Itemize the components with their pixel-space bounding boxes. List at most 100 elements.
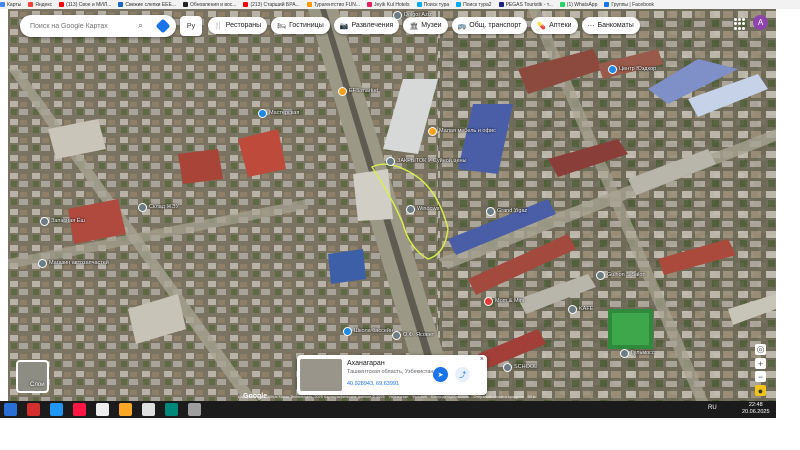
opera-icon[interactable]: [73, 403, 86, 416]
bed-icon: 🛏: [277, 22, 287, 30]
place-thumbnail[interactable]: [300, 359, 342, 391]
place-label[interactable]: Школа бассейн: [354, 328, 393, 334]
place-label[interactable]: EFS market: [349, 88, 378, 94]
place-pin-icon[interactable]: [392, 331, 401, 340]
satellite-map[interactable]: ⌕ Ру 🍴Рестораны🛏Гостиницы📷Развлечения🏛Му…: [8, 9, 776, 401]
place-label[interactable]: Mom & Mini: [495, 298, 524, 304]
place-pin-icon[interactable]: [138, 203, 147, 212]
bookmark-item[interactable]: (113) Свое и МИЛ...: [59, 2, 111, 8]
directions-icon[interactable]: [155, 18, 171, 34]
place-pin-icon[interactable]: [568, 305, 577, 314]
bookmark-item[interactable]: PEGAS Touristik - т...: [498, 2, 553, 8]
place-label[interactable]: Grand Yigaz: [497, 208, 527, 214]
bookmark-item[interactable]: (213) Старший БРА...: [243, 2, 300, 8]
zoom-in-button[interactable]: +: [755, 358, 766, 369]
category-chip[interactable]: 🛏 Гостиницы: [271, 17, 330, 34]
media-player-icon[interactable]: [96, 403, 109, 416]
place-pin-icon[interactable]: [620, 349, 629, 358]
category-chip[interactable]: 🍴 Рестораны: [208, 17, 268, 34]
satellite-imagery[interactable]: [8, 9, 776, 401]
pegman-icon[interactable]: ●: [755, 385, 766, 396]
place-pin-icon[interactable]: [608, 65, 617, 74]
place-pin-icon[interactable]: [258, 109, 267, 118]
place-info-card[interactable]: Аханагаран Ташкентская область, Узбекист…: [297, 355, 487, 395]
place-pin-icon[interactable]: [484, 297, 493, 306]
bookmark-item[interactable]: Свежие слепки ЕЕЕ...: [118, 2, 176, 8]
place-label[interactable]: Мастерская: [269, 110, 299, 116]
bookmark-label: Яндекс: [35, 1, 53, 8]
category-chip-label: Аптеки: [549, 22, 572, 29]
footer-link[interactable]: Узбекистан: [389, 395, 409, 399]
place-title[interactable]: Аханагаран: [347, 360, 385, 367]
category-chip[interactable]: 🚌 Общ. транспорт: [451, 17, 528, 34]
place-label[interactable]: Малая мебель и офис: [439, 128, 496, 134]
place-label[interactable]: Магазин автозапчастей: [49, 260, 109, 266]
place-label[interactable]: Windows: [417, 206, 439, 212]
footer-link[interactable]: 50 м: [528, 395, 536, 399]
place-coordinates[interactable]: 40.928943, 69.63991: [347, 381, 399, 387]
place-pin-icon[interactable]: [38, 259, 47, 268]
place-pin-icon[interactable]: [503, 363, 512, 372]
footer-link[interactable]: Конфиденциальность: [431, 395, 470, 399]
place-label[interactable]: KAFE: [579, 306, 593, 312]
start-icon[interactable]: [4, 403, 17, 416]
footer-link[interactable]: Отправить отзыв о продукте: [473, 395, 523, 399]
acrobat-icon[interactable]: [27, 403, 40, 416]
category-chip[interactable]: 📷 Развлечения: [333, 17, 400, 34]
zoom-out-button[interactable]: −: [755, 371, 766, 382]
bookmark-item[interactable]: Группы | Facebook: [604, 2, 654, 8]
category-chip[interactable]: 🏛 Музеи: [403, 17, 448, 34]
clock-time: 22:48: [748, 402, 763, 408]
category-chip[interactable]: 💊 Аптеки: [531, 17, 578, 34]
footer-link[interactable]: Условия: [412, 395, 427, 399]
place-label[interactable]: Склад ЖЭУ: [149, 204, 179, 210]
place-label[interactable]: О.Ф. Ясовет: [403, 332, 434, 338]
place-label[interactable]: Центр Юздхор: [619, 66, 656, 72]
category-chip[interactable]: ⋯ Банкоматы: [581, 17, 640, 34]
place-label[interactable]: Dolgor Aziz: [404, 12, 432, 18]
place-pin-icon[interactable]: [40, 217, 49, 226]
place-pin-icon[interactable]: [393, 11, 402, 20]
language-button[interactable]: Ру: [180, 16, 202, 36]
place-label[interactable]: ЗАКРЫТОК У Суйной цены: [397, 158, 467, 164]
bookmark-item[interactable]: Турагентство FUN...: [306, 2, 360, 8]
directions-button[interactable]: ➤: [433, 367, 448, 382]
explorer-icon[interactable]: [119, 403, 132, 416]
bookmark-item[interactable]: Яндекс: [28, 2, 52, 8]
place-pin-icon[interactable]: [343, 327, 352, 336]
place-label[interactable]: Запасная Ёш: [51, 218, 85, 224]
language-indicator[interactable]: RU: [708, 405, 717, 411]
place-pin-icon[interactable]: [338, 87, 347, 96]
layers-button[interactable]: Слои: [16, 360, 49, 393]
place-subtitle: Ташкентская область, Узбекистан: [347, 369, 434, 375]
avatar[interactable]: A: [753, 15, 768, 30]
place-label[interactable]: Гульмосс: [631, 350, 655, 356]
bookmark-item[interactable]: Jeyik Kul Hotels: [366, 2, 410, 8]
word-icon[interactable]: [142, 403, 155, 416]
search-box[interactable]: ⌕: [20, 15, 176, 37]
apps-grid-icon[interactable]: [734, 18, 746, 30]
place-label[interactable]: Gulhon S Salon: [607, 272, 646, 278]
bookmark-item[interactable]: Карты: [0, 2, 21, 8]
place-pin-icon[interactable]: [428, 127, 437, 136]
place-pin-icon[interactable]: [406, 205, 415, 214]
place-label[interactable]: SCHOOL: [514, 364, 537, 370]
edge-icon[interactable]: [165, 403, 178, 416]
bookmark-item[interactable]: Обновления и вос...: [183, 2, 236, 8]
share-button[interactable]: ⤴: [455, 367, 470, 382]
bookmark-item[interactable]: Поиск тура2: [456, 2, 492, 8]
place-pin-icon[interactable]: [486, 207, 495, 216]
my-location-icon[interactable]: ◎: [755, 344, 766, 355]
layers-label: Слои: [30, 382, 45, 388]
ie-icon[interactable]: [50, 403, 63, 416]
place-pin-icon[interactable]: [596, 271, 605, 280]
bus-icon: 🚌: [457, 22, 467, 30]
close-icon[interactable]: ×: [480, 356, 484, 363]
search-input[interactable]: [30, 22, 138, 30]
bookmark-item[interactable]: (1) WhatsApp: [559, 2, 597, 8]
place-pin-icon[interactable]: [386, 157, 395, 166]
search-icon[interactable]: ⌕: [138, 20, 150, 32]
settings-icon[interactable]: [188, 403, 201, 416]
clock[interactable]: 22:48 20.06.2025: [742, 402, 770, 416]
bookmark-item[interactable]: Поиск тура: [416, 2, 449, 8]
